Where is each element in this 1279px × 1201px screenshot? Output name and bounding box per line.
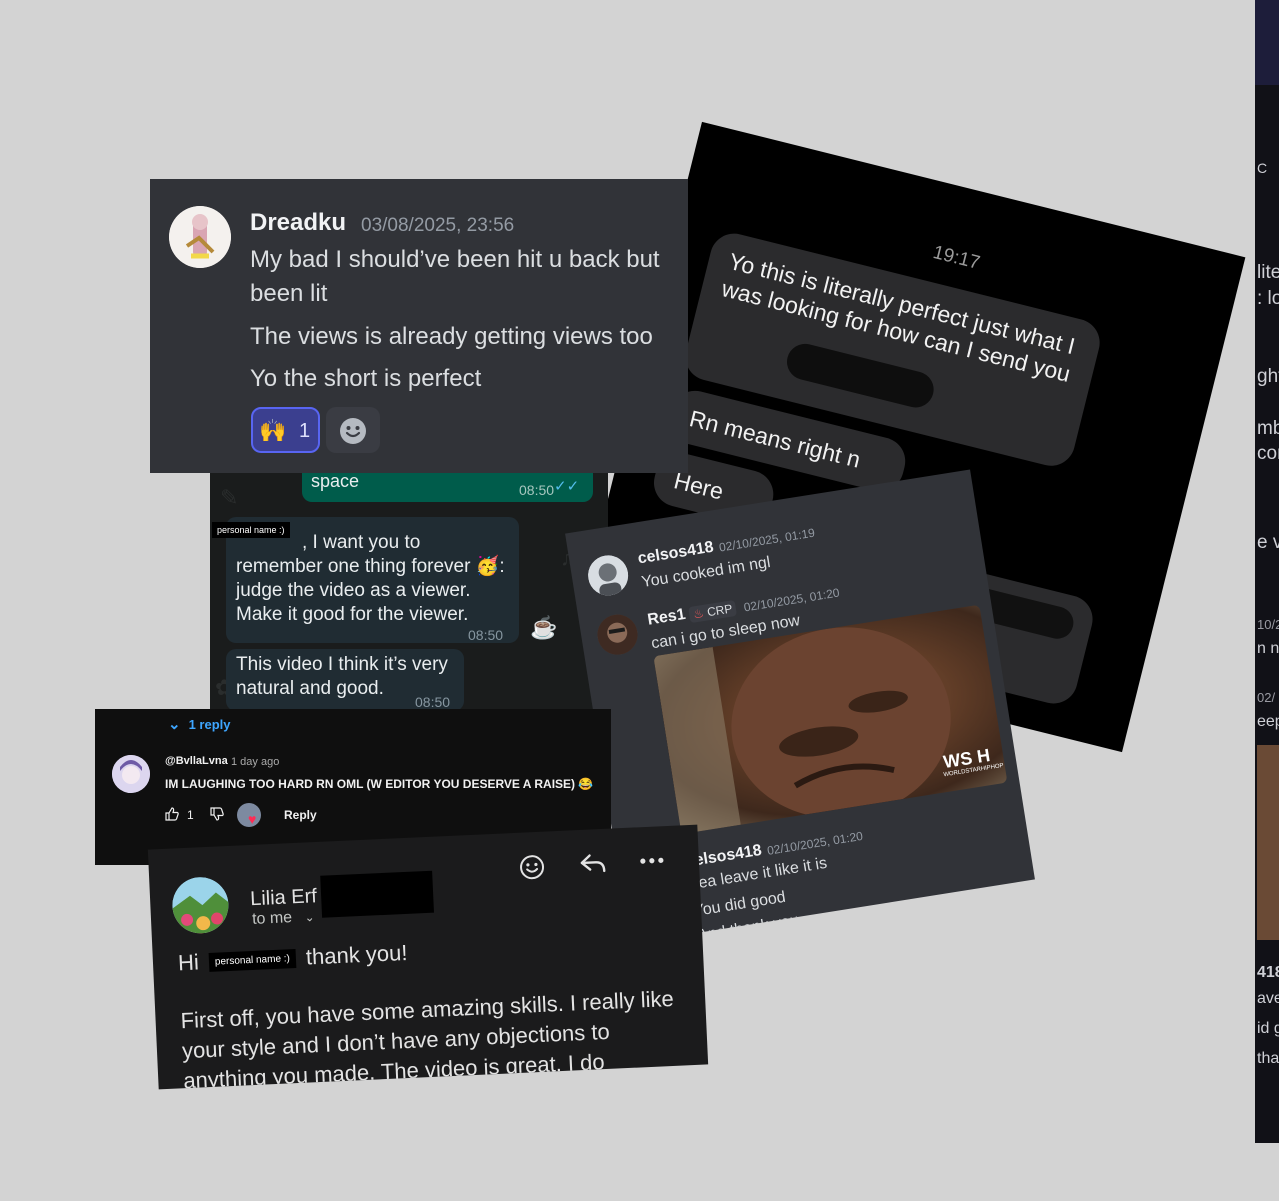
panel-fragment: 02/ bbox=[1257, 690, 1276, 705]
like-count: 1 bbox=[187, 808, 194, 822]
username[interactable]: Res1 bbox=[646, 606, 687, 630]
panel-fragment: 10/2 bbox=[1257, 617, 1279, 632]
role-badge: ♨ CRP bbox=[688, 599, 738, 624]
message-text: My bad I should’ve been hit u back but b… bbox=[250, 246, 660, 307]
message-time: 19:17 bbox=[930, 241, 983, 274]
panel-fragment: ght bbox=[1257, 366, 1279, 387]
sender-avatar[interactable] bbox=[171, 876, 230, 935]
doodle-pattern: ✎ bbox=[220, 485, 239, 510]
user-avatar bbox=[169, 206, 231, 268]
panel-fragment: C bbox=[1257, 160, 1268, 176]
replies-toggle[interactable]: ⌄ 1 reply bbox=[168, 715, 231, 733]
doodle-pattern: ☕ bbox=[530, 615, 558, 640]
panel-fragment: lite bbox=[1257, 262, 1279, 283]
message-timestamp: 03/08/2025, 23:56 bbox=[361, 215, 515, 236]
raised-hands-emoji: 🙌 bbox=[259, 418, 287, 443]
panel-fragment: mb bbox=[1257, 418, 1279, 439]
comment-text: IM LAUGHING TOO HARD RN OML (W EDITOR YO… bbox=[165, 777, 594, 791]
panel-image bbox=[1257, 745, 1279, 940]
commenter-handle[interactable]: @BvllaLvna bbox=[165, 755, 228, 767]
reply-icon[interactable] bbox=[578, 851, 607, 878]
double-check-icon: ✓✓ bbox=[554, 478, 580, 495]
panel-fragment: 418 bbox=[1257, 964, 1279, 981]
incoming-message: This video I think it’s very natural and… bbox=[226, 649, 464, 711]
add-reaction-button[interactable] bbox=[326, 407, 380, 453]
discord-screenshot: Dreadku 03/08/2025, 23:56 My bad I shoul… bbox=[150, 179, 688, 473]
panel-fragment: tha bbox=[1257, 1050, 1279, 1067]
message-timestamp: 02/10/2025, 01:20 bbox=[766, 828, 864, 858]
redacted-block bbox=[319, 870, 434, 918]
background-app-panel: C lite : lo ght mb con e v 10/2 n ng 02/… bbox=[1255, 0, 1279, 1143]
emoji-react-icon[interactable] bbox=[518, 854, 545, 881]
thumbs-up-icon bbox=[165, 807, 179, 821]
message-text: Yo the short is perfect bbox=[250, 365, 482, 392]
avatar-illustration bbox=[169, 206, 231, 268]
chevron-down-icon: ⌄ bbox=[304, 910, 315, 925]
message-text: , I want you to remember one thing forev… bbox=[236, 532, 505, 625]
reaction-count: 1 bbox=[299, 420, 311, 442]
message-timestamp: 02/10/2025, 01:19 bbox=[718, 525, 816, 555]
like-button[interactable] bbox=[165, 807, 179, 824]
creator-heart-avatar: ♥ bbox=[237, 803, 261, 827]
message-text: The views is already getting views too bbox=[250, 323, 653, 350]
reaction-button[interactable]: 🙌 1 bbox=[251, 407, 320, 453]
personal-name-label: personal name :) bbox=[208, 949, 297, 972]
reply-button[interactable]: Reply bbox=[284, 808, 317, 822]
comment-age: 1 day ago bbox=[231, 756, 280, 768]
thumbs-down-icon bbox=[210, 807, 224, 821]
panel-fragment: e v bbox=[1257, 532, 1279, 553]
avatar-illustration bbox=[594, 611, 641, 658]
email-body: First off, you have some amazing skills.… bbox=[180, 985, 675, 1090]
panel-header bbox=[1255, 0, 1279, 85]
smile-icon bbox=[340, 418, 366, 444]
panel-fragment: con bbox=[1257, 443, 1279, 464]
message-time: 08:50 bbox=[468, 627, 504, 643]
personal-name-label: personal name :) bbox=[212, 522, 290, 538]
message-text: space bbox=[311, 471, 360, 491]
username[interactable]: Dreadku bbox=[250, 209, 346, 237]
panel-fragment: n ng bbox=[1257, 640, 1279, 657]
panel-fragment: : lo bbox=[1257, 288, 1279, 309]
heart-icon: ♥ bbox=[248, 811, 257, 827]
recipient-toggle[interactable]: to me ⌄ bbox=[252, 908, 315, 929]
user-avatar bbox=[585, 552, 632, 599]
message-time: 08:50 bbox=[415, 694, 451, 710]
user-avatar bbox=[594, 611, 641, 658]
more-options-icon[interactable] bbox=[639, 856, 665, 865]
panel-fragment: eep bbox=[1257, 713, 1279, 730]
message-timestamp: 02/10/2025, 01:20 bbox=[742, 585, 841, 615]
chevron-down-icon: ⌄ bbox=[168, 716, 181, 733]
whatsapp-screenshot: ✎ ☂ ♫ ☕ ✿ space 08:50 ✓✓ , I want you to… bbox=[210, 465, 608, 711]
email-greeting: Hi personal name :) thank you! bbox=[177, 939, 408, 976]
panel-fragment: id g bbox=[1257, 1020, 1279, 1037]
flame-icon: ♨ bbox=[692, 605, 706, 622]
avatar-illustration bbox=[171, 876, 230, 935]
panel-fragment: ave bbox=[1257, 990, 1279, 1007]
message-time: 08:50 bbox=[519, 482, 555, 498]
commenter-avatar[interactable] bbox=[112, 755, 150, 793]
avatar-illustration bbox=[585, 552, 632, 599]
dislike-button[interactable] bbox=[210, 807, 224, 824]
email-screenshot: Lilia Erf to me ⌄ Hi personal name :) th… bbox=[147, 824, 709, 1090]
avatar-illustration bbox=[112, 755, 150, 793]
